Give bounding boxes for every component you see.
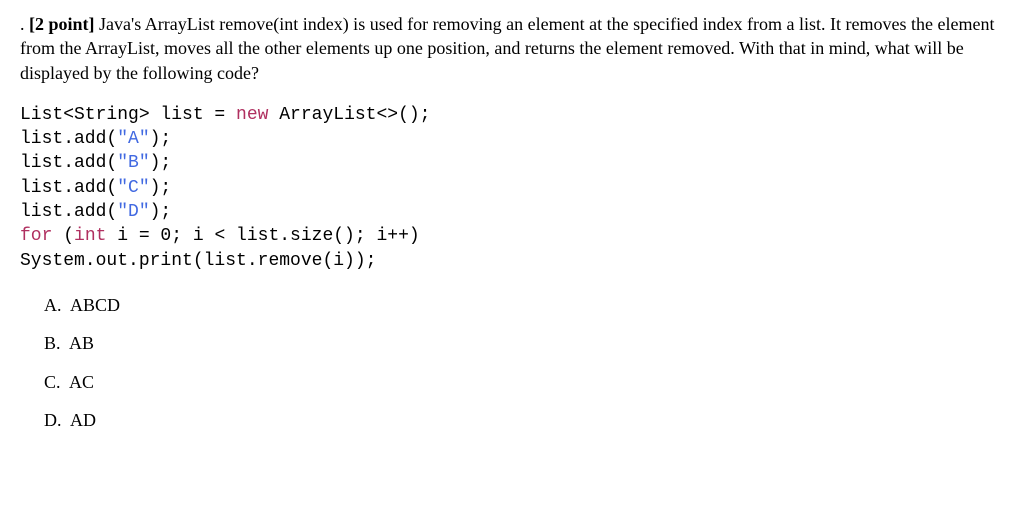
code-l2b: ); xyxy=(150,129,172,149)
option-letter: B. xyxy=(44,333,61,353)
code-l6b: i = 0; i < list.size(); i++) xyxy=(106,226,419,246)
code-l2a: list.add( xyxy=(20,129,117,149)
code-l6-kw1: for xyxy=(20,226,52,246)
code-l1b: ArrayList<>(); xyxy=(268,105,430,125)
option-text: AB xyxy=(69,333,94,353)
option-c[interactable]: C. AC xyxy=(44,370,1004,394)
code-l1a: List<String> list = xyxy=(20,105,236,125)
option-text: AC xyxy=(69,372,94,392)
code-l5b: ); xyxy=(150,202,172,222)
question-prefix: . xyxy=(20,14,29,34)
code-l4a: list.add( xyxy=(20,178,117,198)
option-text: ABCD xyxy=(70,295,120,315)
code-l3-str: "B" xyxy=(117,153,149,173)
question-text: . [2 point] Java's ArrayList remove(int … xyxy=(20,12,1004,85)
points-label: [2 point] xyxy=(29,14,95,34)
question-body: Java's ArrayList remove(int index) is us… xyxy=(20,14,994,83)
option-text: AD xyxy=(70,410,96,430)
option-a[interactable]: A. ABCD xyxy=(44,293,1004,317)
option-b[interactable]: B. AB xyxy=(44,331,1004,355)
option-letter: D. xyxy=(44,410,62,430)
code-l5a: list.add( xyxy=(20,202,117,222)
option-letter: A. xyxy=(44,295,62,315)
option-letter: C. xyxy=(44,372,61,392)
code-l1-kw: new xyxy=(236,105,268,125)
code-l2-str: "A" xyxy=(117,129,149,149)
code-l6a: ( xyxy=(52,226,74,246)
code-block: List<String> list = new ArrayList<>(); l… xyxy=(20,103,1004,273)
code-l6-kw2: int xyxy=(74,226,106,246)
code-l3b: ); xyxy=(150,153,172,173)
options-list: A. ABCD B. AB C. AC D. AD xyxy=(20,293,1004,432)
code-l4-str: "C" xyxy=(117,178,149,198)
code-l4b: ); xyxy=(150,178,172,198)
code-l5-str: "D" xyxy=(117,202,149,222)
code-l7: System.out.print(list.remove(i)); xyxy=(20,251,376,271)
option-d[interactable]: D. AD xyxy=(44,408,1004,432)
code-l3a: list.add( xyxy=(20,153,117,173)
